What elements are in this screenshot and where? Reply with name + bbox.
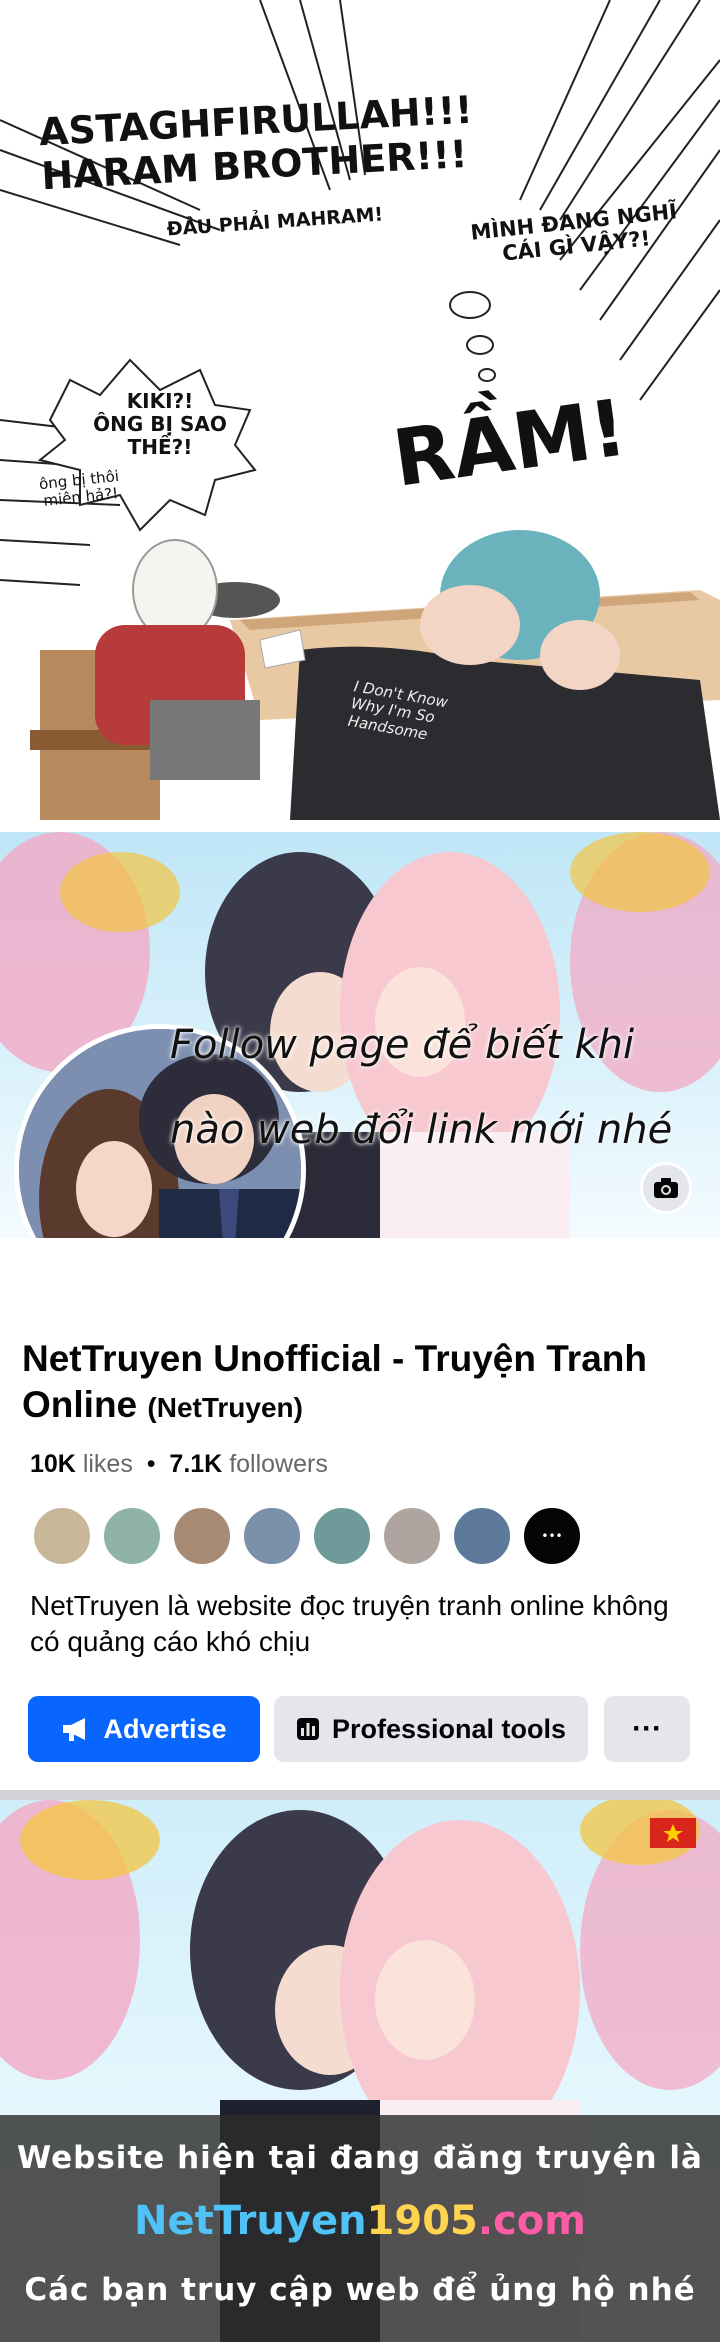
page-stats: 10K likes • 7.1K followers bbox=[30, 1450, 328, 1479]
followers-count[interactable]: 7.1K bbox=[169, 1450, 222, 1478]
advertise-label: Advertise bbox=[103, 1713, 227, 1744]
camera-icon bbox=[654, 1178, 678, 1198]
page-handle: (NetTruyen) bbox=[147, 1392, 303, 1423]
avatar[interactable] bbox=[452, 1506, 512, 1566]
more-avatars-button[interactable]: ••• bbox=[522, 1506, 582, 1566]
cover-camera-button[interactable] bbox=[640, 1162, 692, 1214]
advertise-button[interactable]: Advertise bbox=[28, 1696, 260, 1762]
megaphone-icon bbox=[63, 1718, 86, 1741]
kiki-line-3: THẾ?! bbox=[127, 435, 193, 459]
avatar[interactable] bbox=[382, 1506, 442, 1566]
dashboard-icon bbox=[296, 1718, 319, 1740]
page-profile: NetTruyen Unofficial - Truyện Tranh Onli… bbox=[0, 1238, 720, 1798]
url-part-1: NetTruyen bbox=[134, 2198, 367, 2244]
avatar[interactable] bbox=[172, 1506, 232, 1566]
likes-count[interactable]: 10K bbox=[30, 1450, 76, 1478]
promo-line-1: Website hiện tại đang đăng truyện là bbox=[17, 2140, 703, 2176]
url-part-3: .com bbox=[477, 2198, 586, 2244]
page-title: NetTruyen Unofficial - Truyện Tranh Onli… bbox=[22, 1336, 662, 1431]
promo-line-3: Các bạn truy cập web để ủng hộ nhé bbox=[24, 2272, 696, 2308]
promo-url[interactable]: NetTruyen1905.com bbox=[0, 2198, 720, 2244]
url-part-2: 1905 bbox=[366, 2198, 478, 2244]
professional-tools-button[interactable]: Professional tools bbox=[274, 1696, 588, 1762]
cover-photo: Follow page để biết khi nào web đổi link… bbox=[0, 832, 720, 1238]
professional-tools-label: Professional tools bbox=[331, 1713, 567, 1744]
more-dots-icon: ··· bbox=[632, 1712, 662, 1745]
followers-label: followers bbox=[229, 1450, 328, 1478]
section-divider bbox=[0, 1790, 720, 1800]
overlay-line-2: nào web đổi link mới nhé bbox=[170, 1107, 673, 1153]
likes-label: likes bbox=[82, 1450, 133, 1478]
page-description: NetTruyen là website đọc truyện tranh on… bbox=[30, 1590, 669, 1657]
avatar[interactable] bbox=[32, 1506, 92, 1566]
comic-panel: ASTAGHFIRULLAH!!! HARAM BROTHER!!! ĐÂU P… bbox=[0, 0, 720, 820]
avatar[interactable] bbox=[312, 1506, 372, 1566]
kiki-line-1: KIKI?! bbox=[126, 389, 194, 413]
avatar[interactable] bbox=[242, 1506, 302, 1566]
kiki-text: KIKI?! ÔNG BỊ SAO THẾ?! bbox=[80, 390, 240, 459]
more-dots-icon: ••• bbox=[541, 1529, 563, 1543]
more-options-button[interactable]: ··· bbox=[604, 1696, 690, 1762]
kiki-line-2: ÔNG BỊ SAO bbox=[93, 412, 227, 436]
promo-banner[interactable]: Website hiện tại đang đăng truyện là Net… bbox=[0, 1800, 720, 2342]
overlay-line-1: Follow page để biết khi bbox=[170, 1022, 635, 1068]
stats-separator: • bbox=[146, 1450, 156, 1478]
page-name-text: NetTruyen Unofficial - Truyện Tranh Onli… bbox=[22, 1338, 647, 1425]
avatar[interactable] bbox=[102, 1506, 162, 1566]
follower-avatars: ••• bbox=[32, 1506, 592, 1566]
